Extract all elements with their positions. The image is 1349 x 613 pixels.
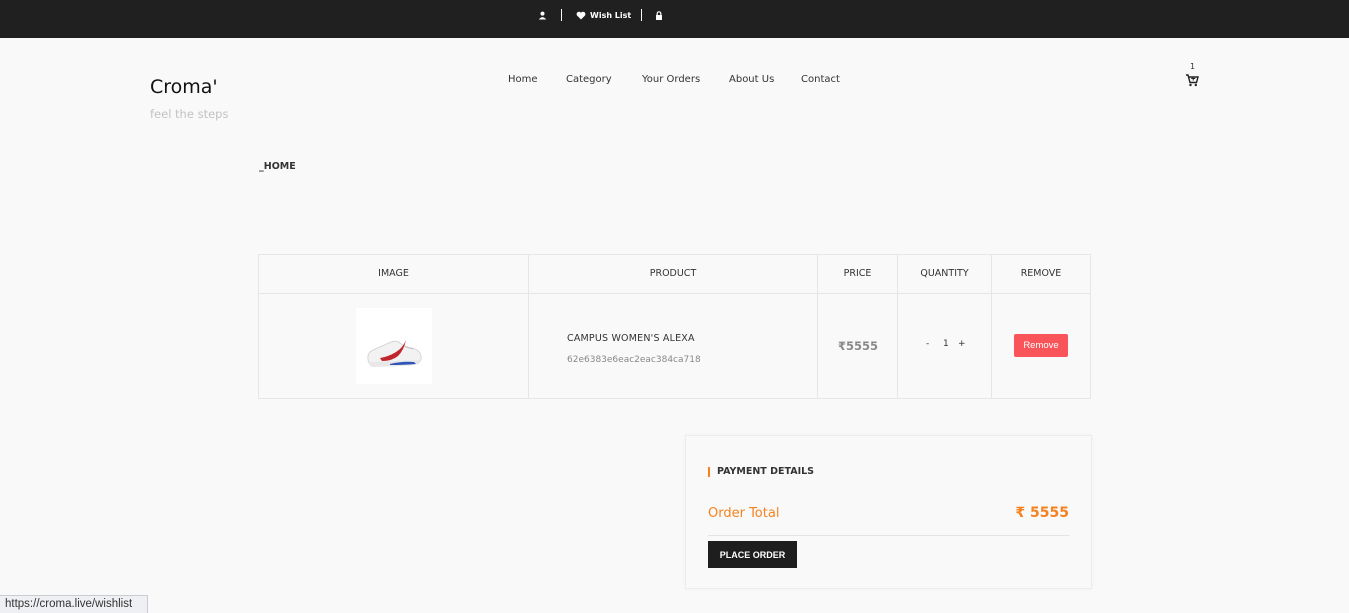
top-bar: Wish List	[0, 0, 1349, 38]
nav-category[interactable]: Category	[566, 74, 612, 85]
cart-count: 1	[1190, 62, 1196, 71]
product-image[interactable]	[356, 308, 432, 384]
product-id: 62e6383e6eac2eac384ca718	[567, 355, 701, 365]
place-order-button[interactable]: PLACE ORDER	[708, 541, 797, 568]
sneaker-image	[367, 340, 422, 367]
increase-qty-button[interactable]: +	[958, 339, 966, 349]
lock-icon[interactable]	[655, 9, 663, 21]
header-quantity: QUANTITY	[920, 268, 969, 279]
product-price: ₹5555	[837, 339, 878, 353]
nav-about-us[interactable]: About Us	[729, 74, 774, 85]
heart-icon	[576, 11, 586, 19]
quantity-value[interactable]: 1	[943, 339, 949, 349]
order-total-label: Order Total	[708, 506, 780, 521]
status-bar-url: https://croma.live/wishlist	[0, 595, 148, 613]
brand-tagline: feel the steps	[150, 107, 229, 121]
decrease-qty-button[interactable]: -	[926, 339, 929, 349]
divider	[561, 9, 562, 21]
order-total-value: ₹ 5555	[1015, 505, 1069, 521]
quantity-stepper: - 1 +	[899, 339, 991, 351]
breadcrumb[interactable]: _HOME	[259, 161, 296, 172]
divider	[641, 9, 642, 21]
main-nav: Home Category Your Orders About Us Conta…	[0, 74, 1349, 88]
title-accent-bar	[708, 467, 710, 477]
nav-your-orders[interactable]: Your Orders	[642, 74, 700, 85]
wishlist-label: Wish List	[590, 10, 632, 20]
cart-table: IMAGE PRODUCT PRICE QUANTITY REMOVE CAMP…	[258, 254, 1091, 399]
header-image: IMAGE	[378, 268, 409, 279]
header-product: PRODUCT	[649, 268, 697, 279]
remove-button[interactable]: Remove	[1014, 334, 1068, 357]
product-name[interactable]: CAMPUS WOMEN'S ALEXA	[567, 333, 695, 344]
nav-home[interactable]: Home	[508, 74, 538, 85]
header-remove: REMOVE	[1020, 268, 1062, 279]
cart-button[interactable]: 1	[1184, 62, 1202, 92]
cart-icon	[1186, 74, 1199, 87]
wishlist-link[interactable]: Wish List	[576, 9, 631, 21]
header-divider	[259, 293, 1090, 294]
user-icon[interactable]	[538, 9, 547, 21]
header-price: PRICE	[843, 268, 872, 279]
divider	[708, 535, 1070, 536]
payment-details-title: PAYMENT DETAILS	[717, 466, 814, 477]
payment-details-panel: PAYMENT DETAILS Order Total ₹ 5555 PLACE…	[685, 435, 1092, 589]
nav-contact[interactable]: Contact	[801, 74, 840, 85]
